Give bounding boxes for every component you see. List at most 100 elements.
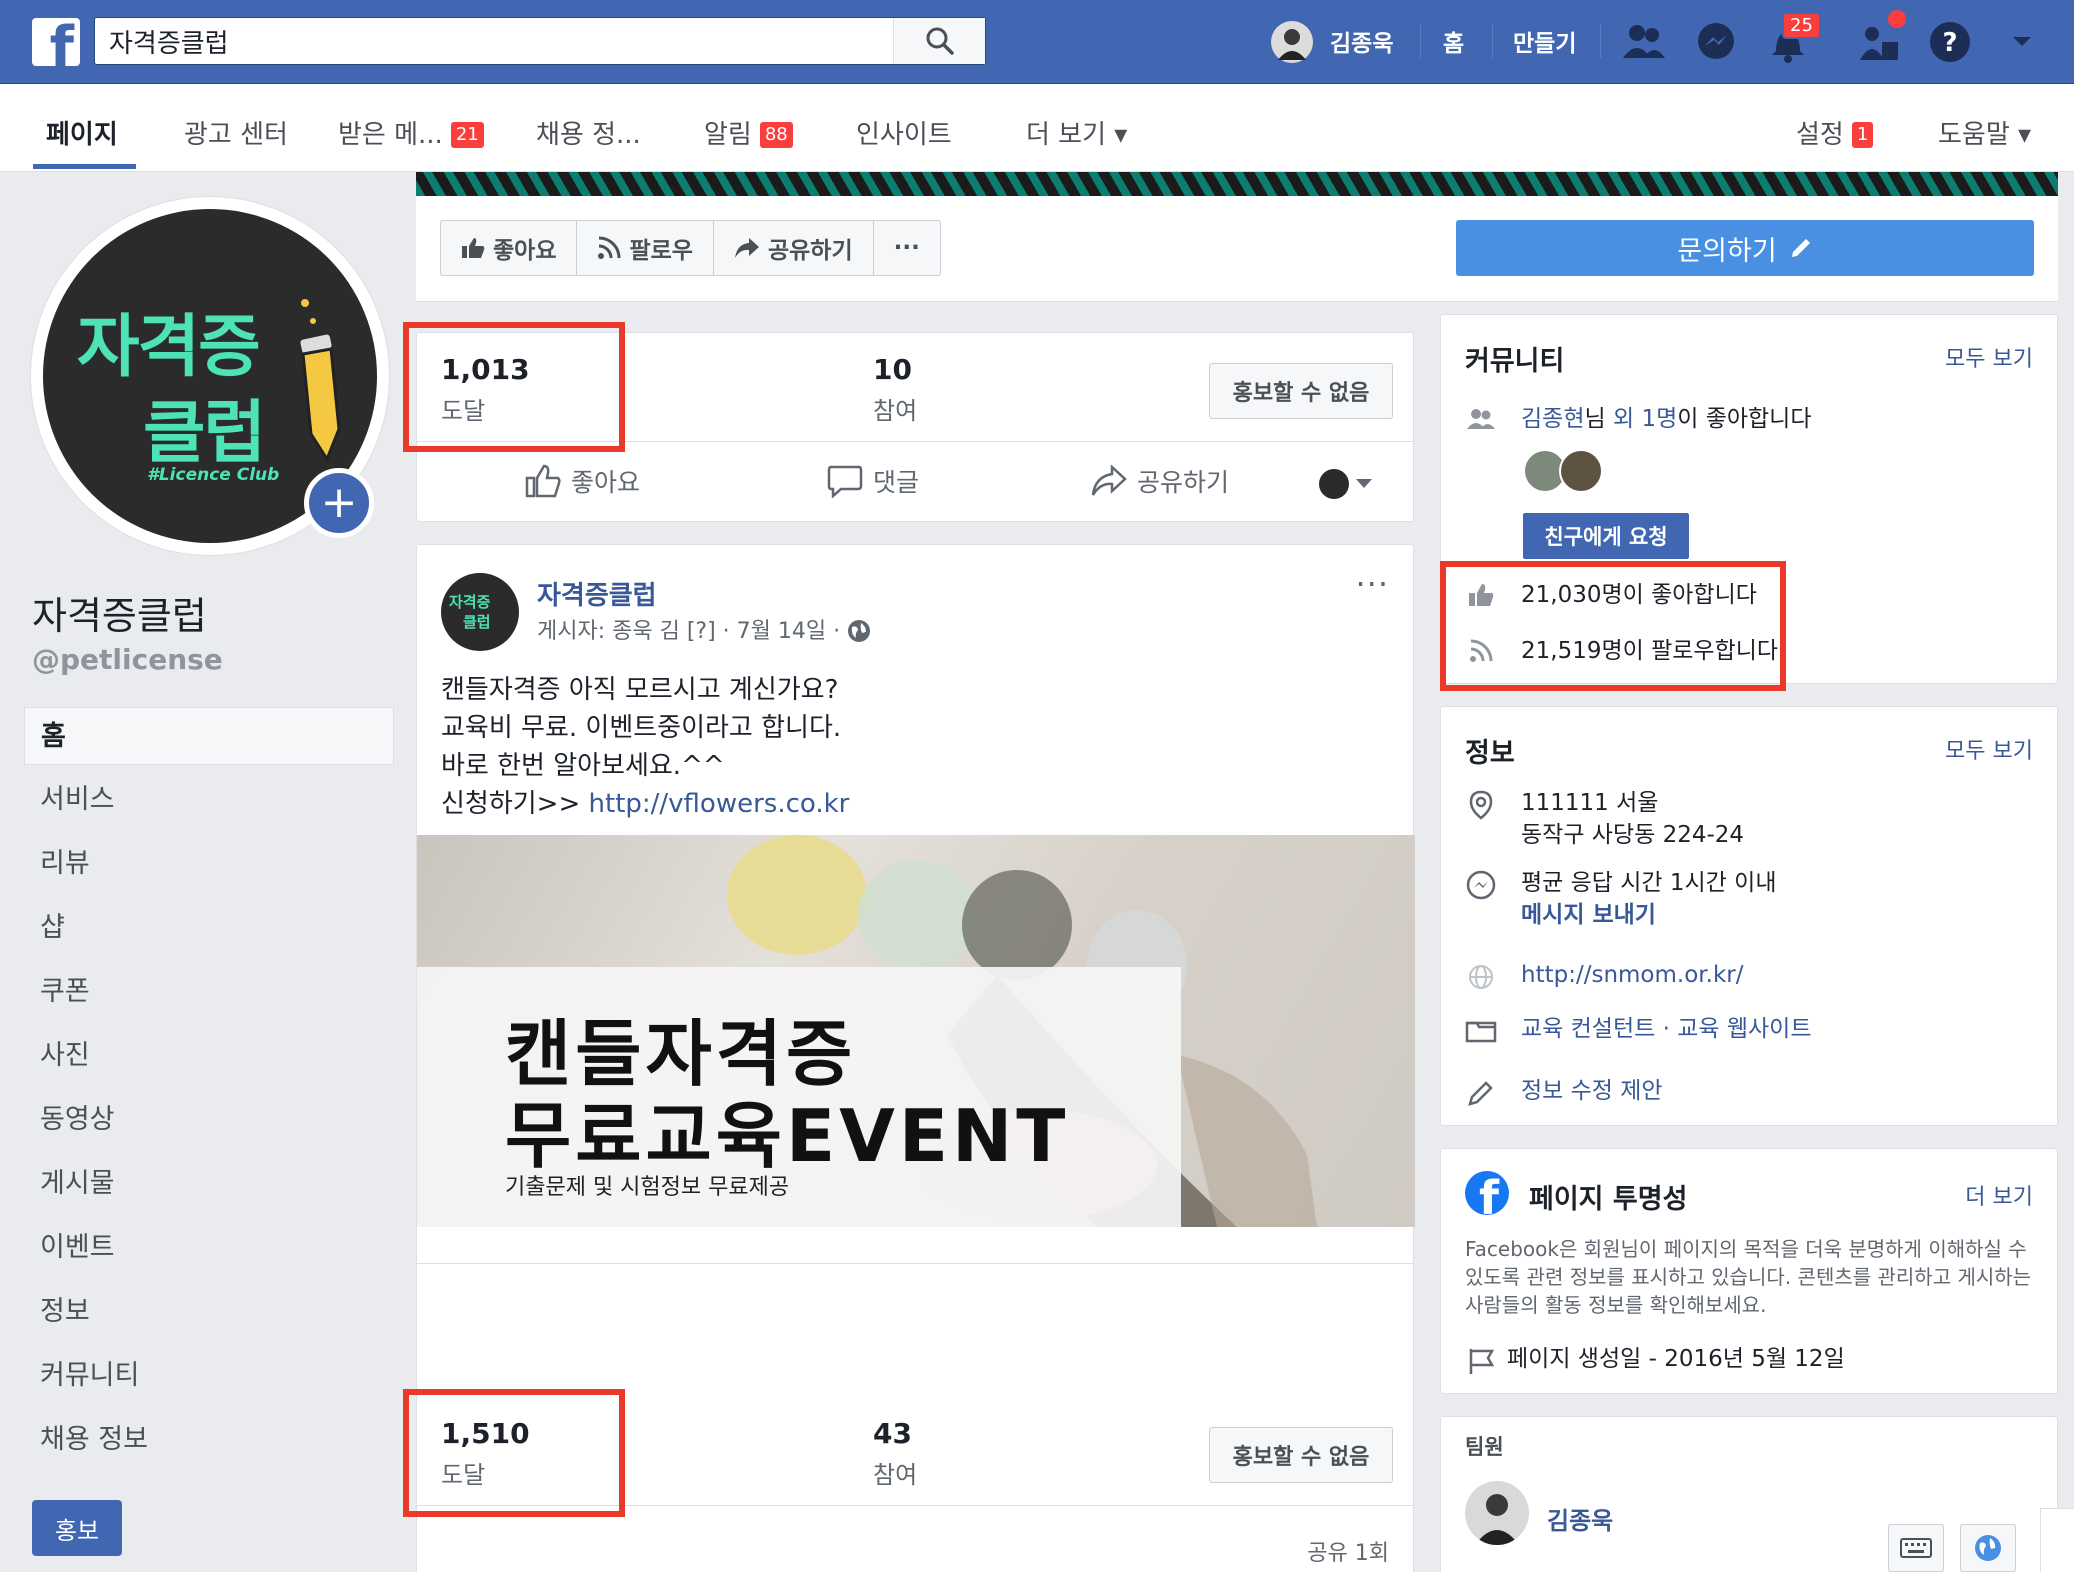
tab-jobs[interactable]: 채용 정...	[536, 114, 641, 151]
search-icon	[926, 27, 954, 55]
tab-inbox[interactable]: 받은 메... 21	[338, 114, 484, 151]
engagement-label: 참여	[873, 397, 918, 425]
comment-bubble-icon	[827, 465, 863, 498]
left-nav-item-events[interactable]: 이벤트	[24, 1219, 394, 1277]
team-title: 팀원	[1465, 1435, 1504, 1459]
post-meta-text: 게시자: 종욱 김 [?] · 7월 14일 ·	[537, 619, 841, 644]
left-nav-item-shop[interactable]: 샵	[24, 899, 394, 957]
share-page-button[interactable]: 공유하기	[714, 221, 874, 275]
svg-text:?: ?	[1942, 28, 1957, 58]
left-nav-item-about[interactable]: 정보	[24, 1283, 394, 1341]
tab-notifications[interactable]: 알림 88	[704, 114, 793, 151]
left-nav-item-coupons[interactable]: 쿠폰	[24, 963, 394, 1021]
search-input[interactable]	[95, 18, 895, 64]
invite-friends-button[interactable]: 친구에게 요청	[1523, 513, 1689, 559]
more-actions-button[interactable]: ···	[874, 221, 940, 275]
send-message-link[interactable]: 메시지 보내기	[1521, 899, 1656, 931]
follow-page-button[interactable]: 팔로우	[577, 221, 714, 275]
left-nav-item-jobs[interactable]: 채용 정보	[24, 1411, 394, 1469]
keyboard-icon	[1900, 1538, 1932, 1558]
tab-page[interactable]: 페이지	[46, 114, 118, 151]
post-text-line: 바로 한번 알아보세요.^^	[441, 751, 725, 781]
friend-others-link[interactable]: 외 1명	[1613, 406, 1677, 432]
location-pin-icon	[1465, 789, 1497, 821]
language-button[interactable]	[1960, 1524, 2016, 1572]
share-page-label: 공유하기	[767, 238, 853, 264]
tab-help[interactable]: 도움말 ▾	[1938, 114, 2031, 151]
friend-requests-icon[interactable]	[1622, 20, 1666, 64]
engagement-count: 10	[873, 353, 912, 386]
left-nav-item-posts[interactable]: 게시물	[24, 1155, 394, 1213]
cannot-promote-button[interactable]: 홍보할 수 없음	[1209, 1427, 1393, 1483]
page-transparency-card: f 페이지 투명성 더 보기 Facebook은 회원님이 페이지의 목적을 더…	[1440, 1148, 2058, 1394]
contact-us-button[interactable]: 문의하기	[1456, 220, 2034, 276]
transparency-more-link[interactable]: 더 보기	[1965, 1179, 2033, 1211]
friend-name-suffix: 님	[1584, 406, 1613, 432]
avatar-text-line1: 자격증	[449, 593, 491, 611]
address-line1: 111111 서울	[1521, 790, 1659, 816]
post-link[interactable]: http://vflowers.co.kr	[589, 789, 850, 819]
more-dots-icon: ···	[893, 235, 920, 261]
like-post-button[interactable]: 좋아요	[525, 463, 640, 499]
keyboard-button[interactable]	[1888, 1524, 1944, 1572]
avatar-text-line2: 클럽	[463, 613, 491, 631]
promote-button[interactable]: 홍보	[32, 1500, 122, 1556]
team-member-avatar[interactable]	[1465, 1481, 1529, 1545]
left-nav-item-photos[interactable]: 사진	[24, 1027, 394, 1085]
website-link[interactable]: http://snmom.or.kr/	[1521, 959, 1743, 991]
add-photo-button[interactable]: +	[304, 468, 374, 538]
tab-more[interactable]: 더 보기 ▾	[1026, 114, 1127, 151]
post-as-selector[interactable]	[1319, 469, 1373, 499]
left-nav-item-services[interactable]: 서비스	[24, 771, 394, 829]
search-button[interactable]	[893, 18, 985, 64]
tab-settings[interactable]: 설정 1	[1796, 114, 1874, 151]
messenger-icon[interactable]	[1694, 20, 1738, 64]
post-image[interactable]: 캔들자격증 무료교육EVENT 기출문제 및 시험정보 무료제공	[417, 835, 1415, 1227]
transparency-description: Facebook은 회원님이 페이지의 목적을 더욱 분명하게 이해하실 수 있…	[1465, 1237, 2032, 1317]
response-time: 평균 응답 시간 1시간 이내	[1521, 870, 1777, 896]
post-options-button[interactable]: ···	[1355, 565, 1389, 603]
friend-avatar[interactable]	[1559, 449, 1603, 493]
tab-settings-label: 설정	[1796, 120, 1844, 150]
tab-ad-center[interactable]: 광고 센터	[184, 114, 288, 151]
post-text-line: 신청하기>> http://vflowers.co.kr	[441, 783, 849, 820]
share-arrow-icon	[734, 238, 759, 258]
page-avatar-small	[1319, 469, 1349, 499]
comment-button[interactable]: 댓글	[827, 463, 919, 499]
help-icon[interactable]: ?	[1928, 20, 1972, 64]
info-card: 정보 모두 보기 111111 서울 동작구 사당동 224-24 평균 응답 …	[1440, 706, 2058, 1126]
cannot-promote-button[interactable]: 홍보할 수 없음	[1209, 363, 1393, 419]
friend-name-link[interactable]: 김종현	[1521, 406, 1584, 432]
create-link[interactable]: 만들기	[1513, 24, 1576, 58]
page-admin-navigation: 페이지 광고 센터 받은 메... 21 채용 정... 알림 88 인사이트 더 …	[0, 84, 2074, 172]
logo-text-line2: 클럽	[143, 394, 266, 473]
like-page-button[interactable]: 좋아요	[441, 221, 578, 275]
info-see-all-link[interactable]: 모두 보기	[1945, 733, 2033, 765]
user-name-link[interactable]: 김종욱	[1330, 24, 1393, 58]
account-menu-chevron-icon[interactable]	[2000, 20, 2044, 64]
chat-sidebar-edge[interactable]	[2040, 1508, 2074, 1572]
page-handle[interactable]: @petlicense	[32, 643, 223, 676]
pencil-edit-icon	[1791, 239, 1810, 257]
post-author-name[interactable]: 자격증클럽	[537, 575, 657, 612]
category-links[interactable]: 교육 컨설턴트 · 교육 웹사이트	[1521, 1013, 1811, 1045]
cover-photo-bottom[interactable]	[416, 172, 2058, 196]
user-avatar[interactable]	[1270, 20, 1314, 64]
left-nav-item-videos[interactable]: 동영상	[24, 1091, 394, 1149]
home-link[interactable]: 홈	[1443, 24, 1464, 58]
active-tab-underline	[33, 164, 136, 169]
share-post-button[interactable]: 공유하기	[1091, 463, 1229, 499]
tab-insights[interactable]: 인사이트	[856, 114, 952, 151]
community-see-all-link[interactable]: 모두 보기	[1945, 341, 2033, 373]
notification-count-badge: 25	[1782, 12, 1821, 39]
facebook-logo-icon[interactable]: f	[32, 18, 80, 66]
logo-tagline: #Licence Club	[147, 465, 280, 485]
share-count[interactable]: 공유 1회	[1307, 1535, 1389, 1567]
post-meta: 게시자: 종욱 김 [?] · 7월 14일 ·	[537, 613, 871, 645]
team-member-name[interactable]: 김종욱	[1547, 1501, 1613, 1536]
left-nav-item-home[interactable]: 홈	[24, 707, 394, 765]
left-nav-item-community[interactable]: 커뮤니티	[24, 1347, 394, 1405]
suggest-edit-link[interactable]: 정보 수정 제안	[1521, 1075, 1663, 1107]
left-nav-item-reviews[interactable]: 리뷰	[24, 835, 394, 893]
post-author-avatar[interactable]: 자격증 클럽	[441, 573, 519, 651]
